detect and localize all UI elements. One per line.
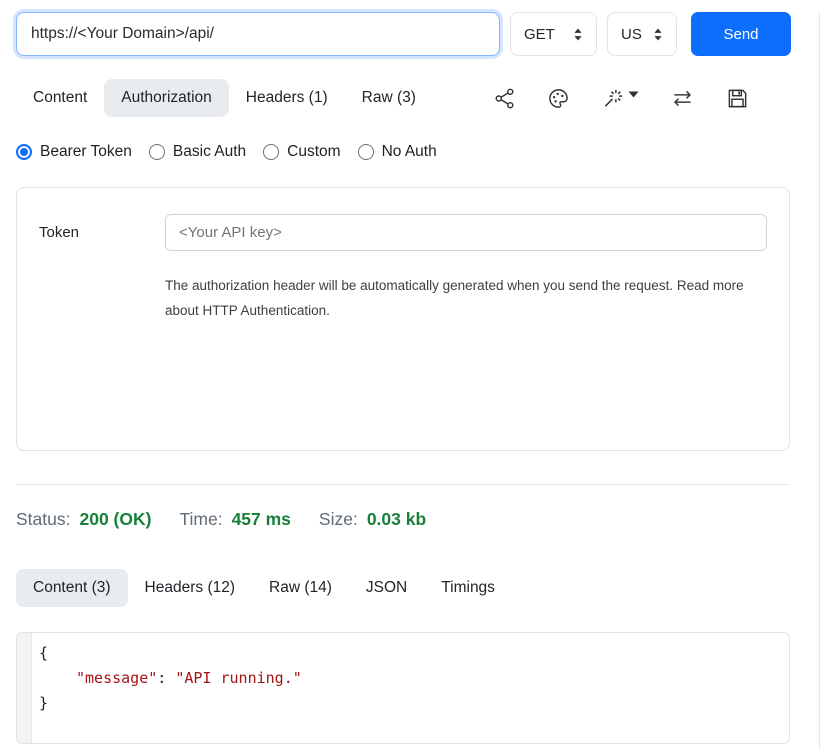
tab-authorization[interactable]: Authorization — [104, 79, 228, 117]
request-tabs: Content Authorization Headers (1) Raw (3… — [16, 79, 433, 117]
close-brace: } — [39, 694, 48, 712]
region-select[interactable]: US — [607, 12, 677, 56]
tab-response-timings[interactable]: Timings — [424, 569, 512, 607]
section-divider — [16, 484, 790, 485]
response-body-editor[interactable]: { "message": "API running." } — [16, 632, 790, 744]
swap-arrows-icon[interactable] — [670, 87, 695, 110]
token-input[interactable] — [165, 214, 767, 251]
auth-option-bearer-token[interactable]: Bearer Token — [16, 143, 132, 161]
rest-api-client: GET US Send Content Authorization Header… — [0, 12, 820, 750]
response-tabs: Content (3) Headers (12) Raw (14) JSON T… — [16, 569, 803, 607]
tab-response-headers[interactable]: Headers (12) — [128, 569, 252, 607]
size-item: Size: 0.03 kb — [319, 509, 426, 530]
status-label: Status: — [16, 509, 70, 530]
auth-option-label: No Auth — [382, 143, 437, 161]
magic-wand-dropdown-icon[interactable] — [601, 87, 639, 110]
save-icon[interactable] — [726, 87, 749, 110]
request-tabs-row: Content Authorization Headers (1) Raw (3… — [16, 79, 791, 117]
select-arrows-icon — [573, 28, 583, 41]
radio-checked-icon[interactable] — [16, 144, 32, 160]
tab-headers[interactable]: Headers (1) — [229, 79, 345, 117]
auth-option-label: Custom — [287, 143, 340, 161]
share-icon[interactable] — [493, 87, 516, 110]
request-bar: GET US Send — [16, 12, 791, 56]
response-status-row: Status: 200 (OK) Time: 457 ms Size: 0.03… — [16, 509, 803, 530]
time-item: Time: 457 ms — [179, 509, 290, 530]
region-select-value: US — [621, 26, 642, 43]
json-value: "API running." — [175, 669, 301, 687]
send-button[interactable]: Send — [691, 12, 791, 56]
request-toolbar — [493, 87, 749, 110]
json-separator: : — [157, 669, 175, 687]
time-label: Time: — [179, 509, 222, 530]
auth-option-label: Bearer Token — [40, 143, 132, 161]
authorization-panel: Token The authorization header will be a… — [16, 187, 790, 451]
tab-content[interactable]: Content — [16, 79, 104, 117]
tab-raw[interactable]: Raw (3) — [345, 79, 433, 117]
url-input[interactable] — [16, 12, 500, 56]
palette-icon[interactable] — [547, 87, 570, 110]
tab-response-json[interactable]: JSON — [349, 569, 424, 607]
response-json-body: { "message": "API running." } — [32, 641, 789, 716]
status-item: Status: 200 (OK) — [16, 509, 151, 530]
select-arrows-icon — [653, 28, 663, 41]
auth-type-options: Bearer Token Basic Auth Custom No Auth — [16, 143, 803, 161]
caret-down-icon — [628, 91, 639, 98]
json-key: "message" — [76, 669, 157, 687]
time-value: 457 ms — [232, 509, 291, 530]
auth-option-custom[interactable]: Custom — [263, 143, 340, 161]
radio-unchecked-icon[interactable] — [149, 144, 165, 160]
method-select[interactable]: GET — [510, 12, 597, 56]
tab-response-raw[interactable]: Raw (14) — [252, 569, 349, 607]
size-label: Size: — [319, 509, 358, 530]
auth-option-label: Basic Auth — [173, 143, 246, 161]
tab-response-content[interactable]: Content (3) — [16, 569, 128, 607]
code-line: { — [32, 641, 789, 666]
auth-option-basic-auth[interactable]: Basic Auth — [149, 143, 246, 161]
method-select-value: GET — [524, 26, 555, 43]
auth-help-text: The authorization header will be automat… — [165, 273, 765, 323]
status-value: 200 (OK) — [79, 509, 151, 530]
open-brace: { — [39, 644, 48, 662]
code-line: } — [32, 691, 789, 716]
radio-unchecked-icon[interactable] — [358, 144, 374, 160]
editor-gutter — [17, 633, 32, 743]
size-value: 0.03 kb — [367, 509, 426, 530]
code-line: "message": "API running." — [32, 666, 789, 691]
radio-unchecked-icon[interactable] — [263, 144, 279, 160]
token-row: Token — [39, 214, 767, 251]
token-label: Token — [39, 224, 165, 241]
auth-option-no-auth[interactable]: No Auth — [358, 143, 437, 161]
